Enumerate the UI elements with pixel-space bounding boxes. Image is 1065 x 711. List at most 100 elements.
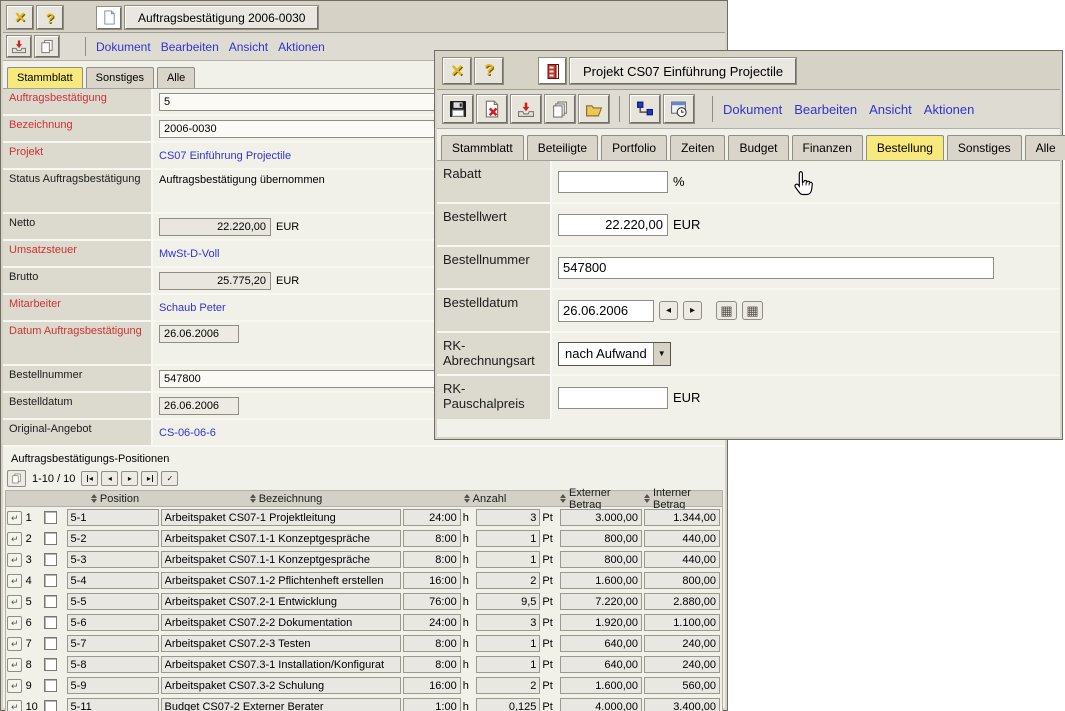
copy-icon[interactable] [545,95,575,123]
interner-betrag-cell[interactable] [644,509,720,526]
bezeichnung-cell[interactable] [161,572,401,589]
rk-abrechnungsart-select[interactable]: nach Aufwand ▼ [558,342,671,366]
externer-betrag-cell[interactable] [560,530,642,547]
row-checkbox[interactable] [44,616,57,629]
import-icon[interactable] [7,36,31,57]
position-cell[interactable] [67,698,159,711]
open-folder-icon[interactable] [579,95,609,123]
col-position[interactable]: Position [100,493,139,505]
open-row-icon[interactable]: ↵ [7,532,22,546]
col-anzahl[interactable]: Anzahl [473,493,507,505]
date-prev-button[interactable]: ◂ [659,301,678,320]
position-cell[interactable] [67,677,159,694]
tab-budget[interactable]: Budget [728,135,788,160]
calendar-icon[interactable]: ▦ [716,301,737,320]
row-checkbox[interactable] [44,637,57,650]
tab-sonstiges[interactable]: Sonstiges [947,135,1022,160]
tab-alle[interactable]: Alle [1025,135,1065,160]
tab-stammblatt[interactable]: Stammblatt [7,67,83,88]
row-checkbox[interactable] [44,658,57,671]
tab-finanzen[interactable]: Finanzen [792,135,863,160]
bestelldatum-input[interactable] [159,397,239,415]
bestellnummer-input[interactable] [558,257,994,279]
col-externer-betrag[interactable]: Externer Betrag [569,487,644,511]
bezeichnung-cell[interactable] [161,635,401,652]
position-cell[interactable] [67,614,159,631]
hours-cell[interactable] [403,677,461,694]
sort-icon[interactable] [560,494,566,503]
hours-cell[interactable] [403,614,461,631]
open-row-icon[interactable]: ↵ [7,511,22,525]
hours-cell[interactable] [403,572,461,589]
open-row-icon[interactable]: ↵ [7,574,22,588]
close-icon[interactable]: ✕ [7,6,33,29]
interner-betrag-cell[interactable] [644,572,720,589]
delete-document-icon[interactable] [477,95,507,123]
row-checkbox[interactable] [44,679,57,692]
prev-page-button[interactable]: ◂ [101,471,118,486]
open-row-icon[interactable]: ↵ [7,658,22,672]
tab-portfolio[interactable]: Portfolio [601,135,667,160]
position-cell[interactable] [67,635,159,652]
position-cell[interactable] [67,593,159,610]
hours-cell[interactable] [403,509,461,526]
persontage-cell[interactable] [476,572,540,589]
persontage-cell[interactable] [476,509,540,526]
hours-cell[interactable] [403,593,461,610]
bezeichnung-cell[interactable] [161,593,401,610]
mitarbeiter-link[interactable]: Schaub Peter [159,302,226,314]
col-interner-betrag[interactable]: Interner Betrag [653,487,720,511]
interner-betrag-cell[interactable] [644,530,720,547]
bezeichnung-cell[interactable] [161,530,401,547]
persontage-cell[interactable] [476,656,540,673]
position-cell[interactable] [67,530,159,547]
copy-rows-icon[interactable] [7,470,26,487]
umsatzsteuer-link[interactable]: MwSt-D-Voll [159,248,220,260]
row-checkbox[interactable] [44,553,57,566]
position-cell[interactable] [67,572,159,589]
hours-cell[interactable] [403,551,461,568]
interner-betrag-cell[interactable] [644,698,720,711]
history-icon[interactable] [664,95,694,123]
menu-bearbeiten[interactable]: Bearbeiten [161,40,219,54]
tab-zeiten[interactable]: Zeiten [670,135,725,160]
help-icon[interactable]: ? [475,58,503,84]
tab-stammblatt[interactable]: Stammblatt [441,135,524,160]
position-cell[interactable] [67,656,159,673]
menu-dokument[interactable]: Dokument [723,102,782,117]
save-icon[interactable] [443,95,473,123]
calendar-month-icon[interactable]: ▦ [742,301,763,320]
externer-betrag-cell[interactable] [560,635,642,652]
row-checkbox[interactable] [44,700,57,711]
interner-betrag-cell[interactable] [644,614,720,631]
menu-aktionen[interactable]: Aktionen [924,102,975,117]
position-cell[interactable] [67,509,159,526]
open-row-icon[interactable]: ↵ [7,637,22,651]
externer-betrag-cell[interactable] [560,698,642,711]
last-page-button[interactable]: ▸ [141,471,158,486]
sort-icon[interactable] [644,494,650,503]
bestellwert-input[interactable] [558,214,668,236]
open-row-icon[interactable]: ↵ [7,553,22,567]
interner-betrag-cell[interactable] [644,677,720,694]
persontage-cell[interactable] [476,530,540,547]
sort-icon[interactable] [250,494,256,503]
hours-cell[interactable] [403,698,461,711]
bezeichnung-cell[interactable] [161,551,401,568]
externer-betrag-cell[interactable] [560,593,642,610]
next-page-button[interactable]: ▸ [121,471,138,486]
project-book-icon[interactable] [539,58,566,84]
close-icon[interactable]: ✕ [443,58,471,84]
hours-cell[interactable] [403,530,461,547]
rabatt-input[interactable] [558,171,668,193]
menu-dokument[interactable]: Dokument [96,40,151,54]
persontage-cell[interactable] [476,677,540,694]
row-checkbox[interactable] [44,511,57,524]
row-checkbox[interactable] [44,532,57,545]
datum-input[interactable] [159,325,239,343]
persontage-cell[interactable] [476,551,540,568]
menu-ansicht[interactable]: Ansicht [869,102,912,117]
bezeichnung-cell[interactable] [161,698,401,711]
projekt-link[interactable]: CS07 Einführung Projectile [159,150,291,162]
bezeichnung-cell[interactable] [161,677,401,694]
